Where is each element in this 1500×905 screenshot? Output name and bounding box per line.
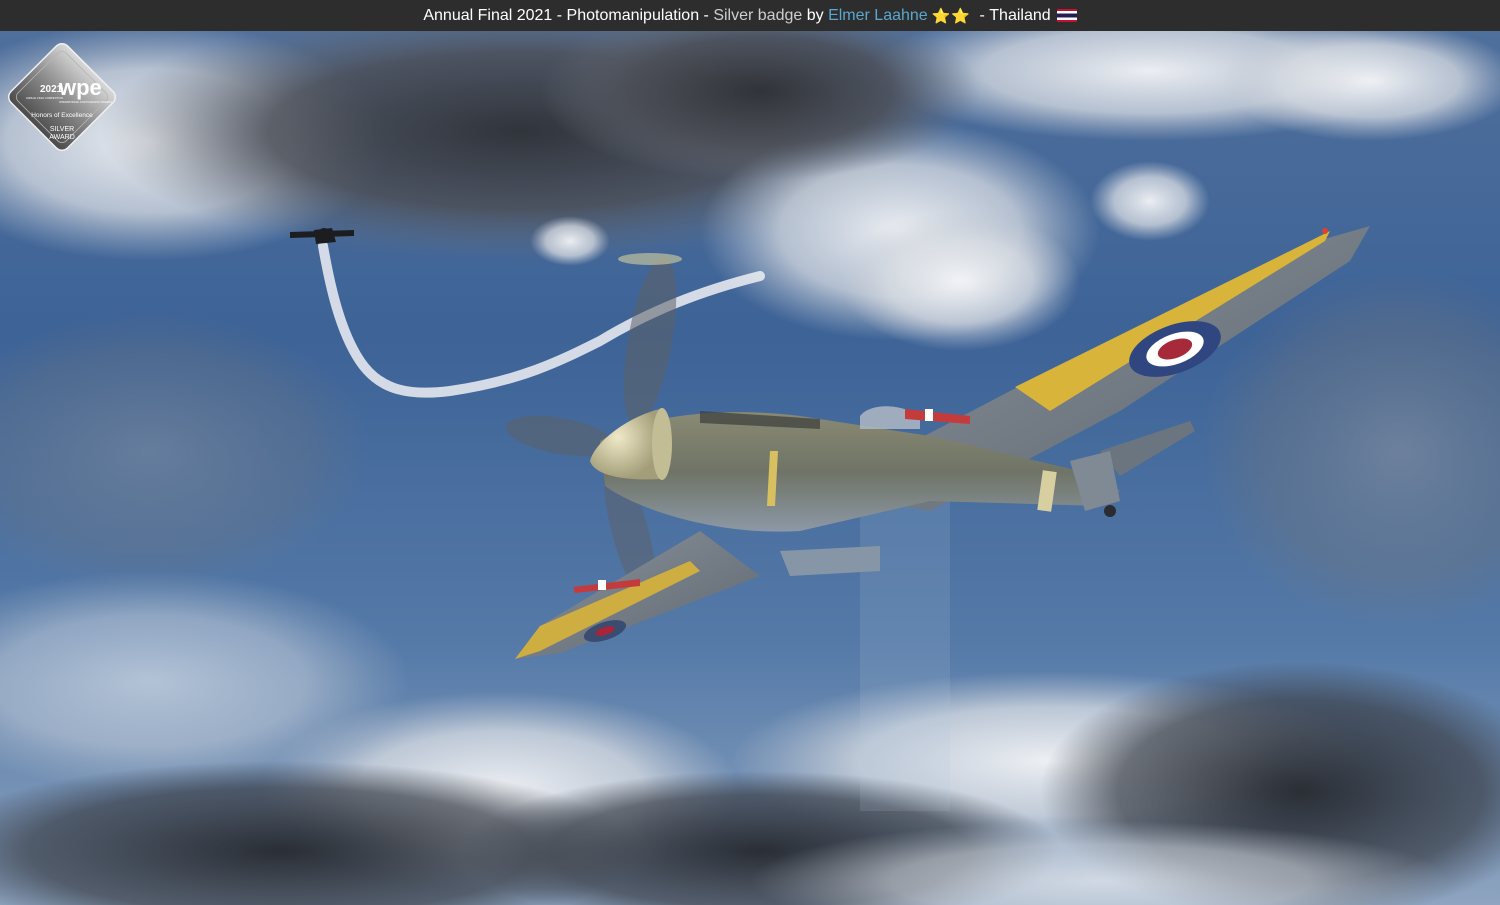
contest-name: Annual Final 2021: [423, 6, 553, 24]
award-photo: 2021 wpe Honors of Excellence SILVER AWA…: [0, 31, 1500, 905]
separator: -: [975, 6, 990, 24]
country-name: Thailand: [989, 6, 1051, 24]
badge-small-left: ANNUAL FINAL COMPETITION: [26, 96, 63, 100]
by-label: by: [802, 6, 829, 24]
author-link[interactable]: Elmer Laahne: [828, 7, 928, 25]
star-icon: ⭐⭐: [931, 7, 972, 25]
badge-subtitle: Honors of Excellence: [31, 112, 93, 119]
separator: -: [552, 6, 567, 24]
badge-brand: wpe: [58, 75, 102, 100]
award-name: Silver badge: [713, 6, 803, 24]
separator: -: [699, 6, 714, 24]
photo-canvas: 2021 wpe Honors of Excellence SILVER AWA…: [0, 31, 1500, 905]
category-name: Photomanipulation: [566, 6, 700, 24]
badge-award-line2: AWARD: [49, 134, 75, 141]
badge-award-line1: SILVER: [50, 126, 74, 133]
title-bar: Annual Final 2021 - Photomanipulation - …: [0, 0, 1500, 31]
badge-small-brand: INTERNATIONAL PHOTOGRAPHY AWARDS: [59, 100, 112, 104]
thailand-flag-icon: [1056, 9, 1077, 22]
